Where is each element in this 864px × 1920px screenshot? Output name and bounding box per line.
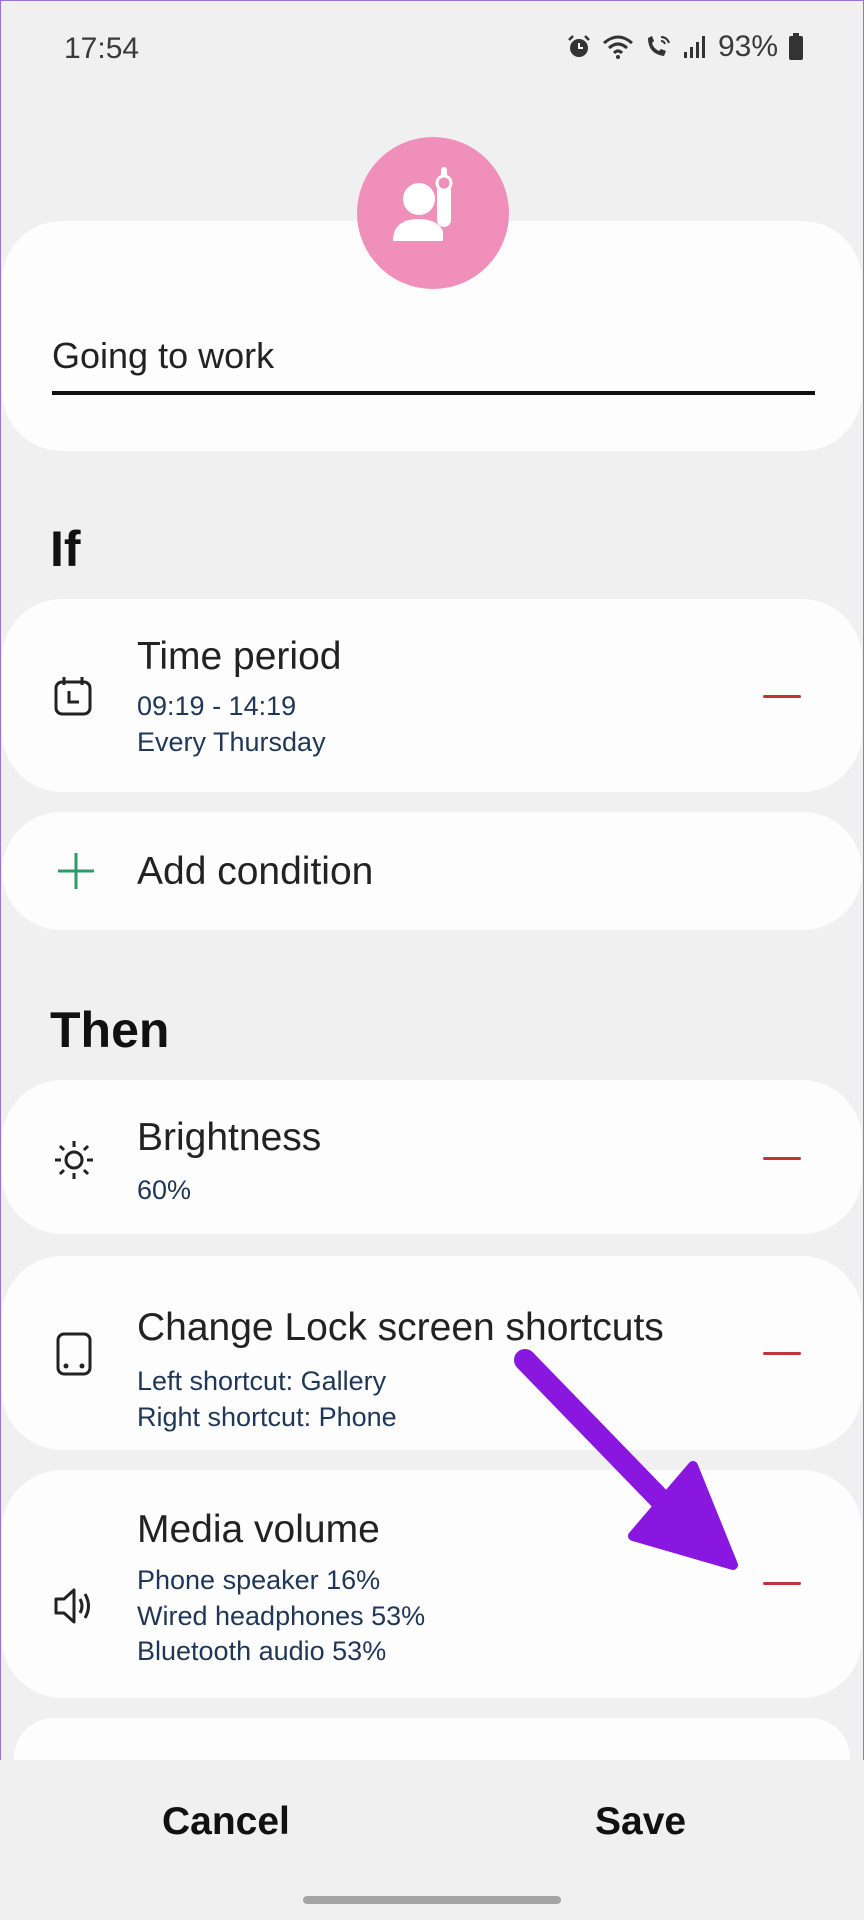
add-condition-label: Add condition (137, 850, 374, 893)
then-section-title: Then (50, 1002, 170, 1058)
battery-icon (789, 33, 803, 60)
person-hand-raised-icon (393, 167, 453, 241)
routine-icon-button[interactable] (357, 137, 509, 289)
wifi-call-icon (647, 36, 670, 56)
status-time: 17:54 (64, 32, 140, 65)
brightness-icon (55, 1141, 93, 1179)
remove-condition-button[interactable] (763, 695, 801, 698)
alarm-icon (568, 35, 590, 57)
signal-icon (683, 36, 705, 58)
battery-percent: 93% (717, 30, 778, 63)
action-title: Media volume (137, 1508, 380, 1551)
home-indicator[interactable] (303, 1896, 561, 1904)
status-icons: 93% (566, 30, 804, 64)
speaker-volume-icon (54, 1588, 90, 1624)
wifi-icon (602, 35, 633, 59)
condition-title: Time period (137, 635, 342, 678)
volume-wired-headphones: Wired headphones 53% (137, 1601, 426, 1631)
annotation-arrow (514, 1349, 738, 1570)
status-bar: 17:54 93% (0, 0, 864, 100)
save-button[interactable]: Save (595, 1800, 686, 1844)
if-section-title: If (50, 521, 81, 577)
calendar-clock-icon (54, 677, 92, 716)
remove-action-button[interactable] (763, 1582, 801, 1585)
volume-bluetooth-audio: Bluetooth audio 53% (137, 1636, 387, 1666)
condition-time-period-card[interactable]: Time period 09:19 - 14:19 Every Thursday (2, 599, 862, 792)
remove-action-button[interactable] (763, 1352, 801, 1355)
action-title: Brightness (137, 1116, 322, 1159)
condition-repeat: Every Thursday (137, 727, 326, 757)
routine-name-input[interactable]: Going to work (52, 329, 815, 395)
phone-lockscreen-icon (56, 1332, 92, 1376)
action-detail-left: Left shortcut: Gallery (137, 1366, 387, 1396)
add-condition-card[interactable]: Add condition (2, 812, 862, 930)
action-detail-right: Right shortcut: Phone (137, 1402, 397, 1432)
action-brightness-card[interactable]: Brightness 60% (2, 1080, 862, 1234)
condition-time-range: 09:19 - 14:19 (137, 691, 297, 721)
plus-icon (58, 853, 94, 889)
cancel-button[interactable]: Cancel (162, 1800, 290, 1844)
remove-action-button[interactable] (763, 1157, 801, 1160)
action-value: 60% (137, 1175, 192, 1205)
routine-name-value: Going to work (52, 335, 275, 376)
volume-phone-speaker: Phone speaker 16% (137, 1565, 381, 1595)
